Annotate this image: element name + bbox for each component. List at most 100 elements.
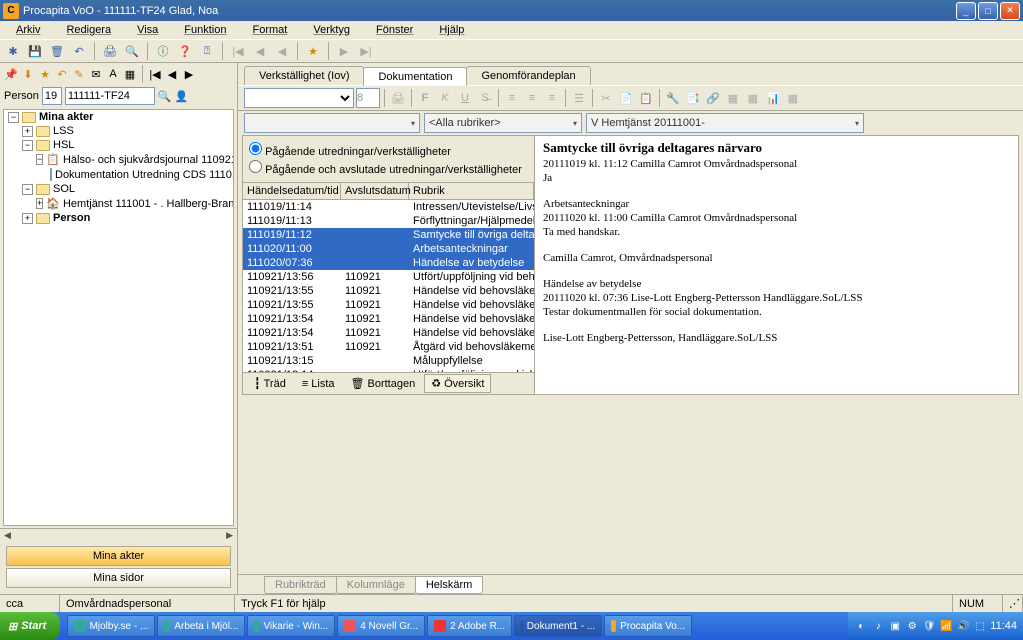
sidebar-pin-icon[interactable]: 📌 bbox=[4, 67, 18, 81]
tree-hsl[interactable]: HSL bbox=[53, 139, 74, 151]
align-center-icon[interactable]: ≡ bbox=[523, 89, 541, 107]
toolbar-delete-icon[interactable]: 🗑 bbox=[48, 42, 66, 60]
tab-genomforandeplan[interactable]: Genomförandeplan bbox=[466, 66, 590, 85]
print-icon[interactable]: 🖨 bbox=[389, 89, 407, 107]
bold-icon[interactable]: F bbox=[416, 89, 434, 107]
tray-icon[interactable]: 🛡 bbox=[922, 619, 936, 633]
tree-root[interactable]: Mina akter bbox=[39, 111, 93, 123]
sidebar-edit-icon[interactable]: ✎ bbox=[72, 67, 86, 81]
table-row[interactable]: 110921/13:15Måluppfyllelse bbox=[243, 354, 534, 368]
col-avslutsdatum[interactable]: Avslutsdatum bbox=[341, 183, 409, 199]
tree-expand-icon[interactable]: + bbox=[22, 126, 33, 137]
sidebar-mail-icon[interactable]: ✉ bbox=[89, 67, 103, 81]
lookup-icon[interactable]: 🔍 bbox=[158, 90, 172, 103]
tray-icon[interactable]: ⚙ bbox=[905, 619, 919, 633]
table-row[interactable]: 110921/13:55110921Händelse vid behovsläk… bbox=[243, 298, 534, 312]
tree-sol-child[interactable]: Hemtjänst 111001 - . Hallberg-Brandt, Su… bbox=[63, 198, 234, 210]
taskbar-item[interactable]: Dokument1 - ... bbox=[514, 615, 602, 637]
system-tray[interactable]: ◐ ♪ ▣ ⚙ 🛡 📶 🔊 ⬚ 11:44 bbox=[848, 612, 1023, 640]
cut-icon[interactable]: ✂ bbox=[597, 89, 615, 107]
taskbar-item[interactable]: 2 Adobe R... bbox=[427, 615, 512, 637]
grid-body[interactable]: 111019/11:14Intressen/Utevistelse/Livsf1… bbox=[243, 200, 534, 372]
tree-sol[interactable]: SOL bbox=[53, 183, 75, 195]
tab-verkstallighet[interactable]: Verkställighet (Iov) bbox=[244, 66, 364, 85]
tray-icon[interactable]: 📶 bbox=[939, 619, 953, 633]
toolbar-help-icon[interactable]: ❓ bbox=[176, 42, 194, 60]
mina-akter-button[interactable]: Mina akter bbox=[6, 546, 231, 566]
tool-f-icon[interactable]: 📊 bbox=[764, 89, 782, 107]
paste-icon[interactable]: 📋 bbox=[637, 89, 655, 107]
person-icon[interactable]: 👤 bbox=[175, 90, 189, 103]
toolbar-preview-icon[interactable]: 🔍 bbox=[123, 42, 141, 60]
close-button[interactable]: ✕ bbox=[1000, 2, 1020, 20]
align-left-icon[interactable]: ≡ bbox=[503, 89, 521, 107]
copy-icon[interactable]: 📄 bbox=[617, 89, 635, 107]
filter-dropdown-2[interactable]: <Alla rubriker>▾ bbox=[424, 113, 582, 133]
tree-collapse-icon[interactable]: − bbox=[8, 112, 19, 123]
tray-icon[interactable]: 🔊 bbox=[956, 619, 970, 633]
table-row[interactable]: 111020/11:00Arbetsanteckningar bbox=[243, 242, 534, 256]
filter-dropdown-1[interactable]: ▾ bbox=[244, 113, 420, 133]
sidebar-first-icon[interactable]: |◀ bbox=[148, 67, 162, 81]
italic-icon[interactable]: K bbox=[436, 89, 454, 107]
sidebar-grid-icon[interactable]: ▦ bbox=[123, 67, 137, 81]
tray-icon[interactable]: ♪ bbox=[871, 619, 885, 633]
radio-avslutade[interactable]: Pågående och avslutade utredningar/verks… bbox=[249, 159, 528, 177]
toolbar-whatsthis-icon[interactable]: ⍰ bbox=[198, 42, 216, 60]
taskbar-item[interactable]: Procapita Vo... bbox=[604, 615, 692, 637]
tree-collapse-icon[interactable]: − bbox=[22, 184, 33, 195]
tree-person[interactable]: Person bbox=[53, 212, 90, 224]
btab-rubriktrad[interactable]: Rubrikträd bbox=[264, 576, 337, 594]
tool-b-icon[interactable]: 📑 bbox=[684, 89, 702, 107]
underline-icon[interactable]: U bbox=[456, 89, 474, 107]
toolbar-new-icon[interactable]: ✱ bbox=[4, 42, 22, 60]
tree-expand-icon[interactable]: + bbox=[36, 198, 43, 209]
tray-icon[interactable]: ◐ bbox=[854, 619, 868, 633]
table-row[interactable]: 110921/13:54110921Händelse vid behovsläk… bbox=[243, 312, 534, 326]
sidebar-star-icon[interactable]: ★ bbox=[38, 67, 52, 81]
toolbar-first-icon[interactable]: |◀ bbox=[229, 42, 247, 60]
sidebar-undo-icon[interactable]: ↶ bbox=[55, 67, 69, 81]
toolbar-save-icon[interactable]: 💾 bbox=[26, 42, 44, 60]
tray-icon[interactable]: ⬚ bbox=[973, 619, 987, 633]
tool-c-icon[interactable]: 🔗 bbox=[704, 89, 722, 107]
sidebar-down-icon[interactable]: ⬇ bbox=[21, 67, 35, 81]
menu-funktion[interactable]: Funktion bbox=[172, 23, 238, 37]
sidebar-a-icon[interactable]: A bbox=[106, 67, 120, 81]
maximize-button[interactable]: □ bbox=[978, 2, 998, 20]
lista-button[interactable]: ≡Lista bbox=[295, 375, 342, 393]
toolbar-end-icon[interactable]: ▶| bbox=[357, 42, 375, 60]
font-size-input[interactable] bbox=[356, 88, 380, 108]
trad-button[interactable]: ┇Träd bbox=[247, 374, 293, 393]
tray-clock[interactable]: 11:44 bbox=[990, 620, 1017, 632]
btab-helskarm[interactable]: Helskärm bbox=[415, 576, 483, 594]
menu-hjalp[interactable]: Hjälp bbox=[427, 23, 476, 37]
toolbar-star-icon[interactable]: ★ bbox=[304, 42, 322, 60]
tree-hsl-doc[interactable]: Dokumentation Utredning CDS 111019 bbox=[55, 169, 234, 181]
taskbar-item[interactable]: Arbeta i Mjöl... bbox=[157, 615, 245, 637]
table-row[interactable]: 111019/11:13Förflyttningar/Hjälpmedel bbox=[243, 214, 534, 228]
tree-lss[interactable]: LSS bbox=[53, 125, 74, 137]
borttagen-button[interactable]: 🗑Borttagen bbox=[344, 374, 423, 393]
tree-expand-icon[interactable]: + bbox=[22, 213, 33, 224]
toolbar-play-icon[interactable]: ▶ bbox=[335, 42, 353, 60]
tab-dokumentation[interactable]: Dokumentation bbox=[363, 67, 467, 86]
tree-hsl-child[interactable]: Hälso- och sjukvårdsjournal 110921 - bbox=[63, 154, 234, 166]
oversikt-button[interactable]: ♻Översikt bbox=[424, 374, 491, 393]
menu-format[interactable]: Format bbox=[241, 23, 300, 37]
toolbar-print-icon[interactable]: 🖨 bbox=[101, 42, 119, 60]
menu-visa[interactable]: Visa bbox=[125, 23, 170, 37]
start-button[interactable]: ⊞ Start bbox=[0, 612, 60, 640]
sidebar-scrollbar[interactable]: ◀▶ bbox=[0, 528, 237, 542]
toolbar-undo-icon[interactable]: ↶ bbox=[70, 42, 88, 60]
menu-verktyg[interactable]: Verktyg bbox=[301, 23, 362, 37]
table-row[interactable]: 111020/07:36Händelse av betydelse bbox=[243, 256, 534, 270]
menu-arkiv[interactable]: Arkiv bbox=[4, 23, 52, 37]
sidebar-prev-icon[interactable]: ◀ bbox=[165, 67, 179, 81]
table-row[interactable]: 110921/13:56110921Utfört/uppföljning vid… bbox=[243, 270, 534, 284]
taskbar-item[interactable]: 4 Novell Gr... bbox=[337, 615, 425, 637]
menu-redigera[interactable]: Redigera bbox=[54, 23, 123, 37]
tray-icon[interactable]: ▣ bbox=[888, 619, 902, 633]
filter-dropdown-3[interactable]: V Hemtjänst 20111001-▾ bbox=[586, 113, 864, 133]
sidebar-next-icon[interactable]: ▶ bbox=[182, 67, 196, 81]
